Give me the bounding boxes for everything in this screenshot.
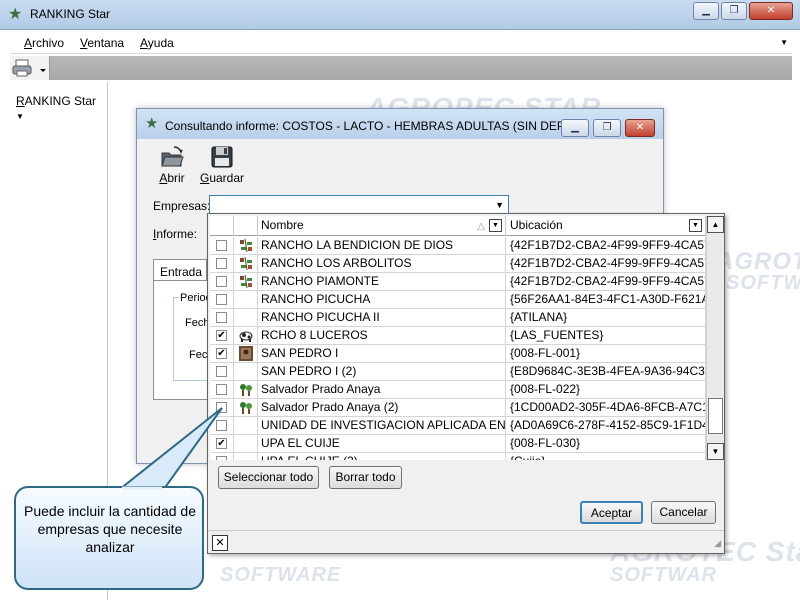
callout-pointer-join (122, 486, 162, 490)
